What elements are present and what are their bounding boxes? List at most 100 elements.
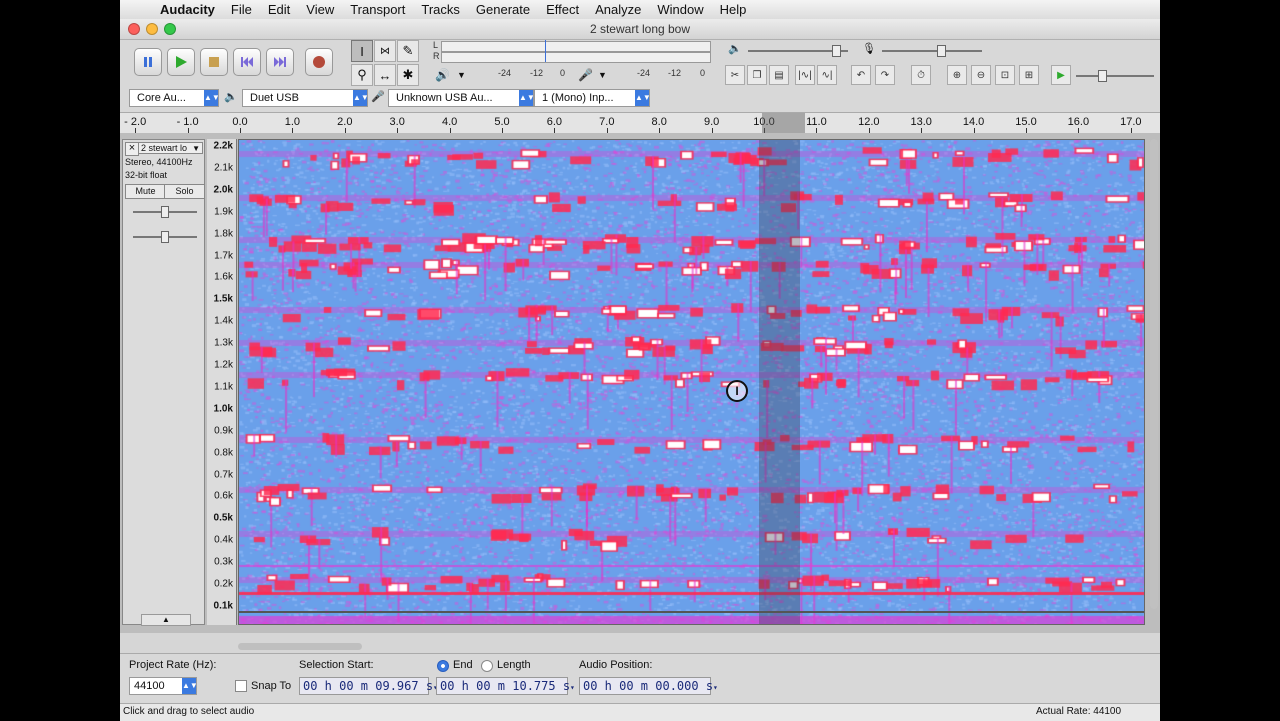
ruler-label: 7.0 <box>599 116 615 128</box>
cut-button[interactable]: ✂ <box>725 65 745 85</box>
ruler-label: - 2.0 <box>124 116 147 128</box>
trim-button[interactable]: |∿| <box>795 65 815 85</box>
play-speed-slider[interactable] <box>1076 75 1154 77</box>
ruler-selection[interactable] <box>762 113 805 133</box>
spectrogram-canvas[interactable] <box>239 140 1144 624</box>
audio-host-select[interactable]: Core Au... ▲▼ <box>129 89 219 107</box>
input-device-select[interactable]: Unknown USB Au... ▲▼ <box>388 89 534 107</box>
menu-transport[interactable]: Transport <box>342 2 413 17</box>
zoom-window-button[interactable] <box>164 23 176 35</box>
stop-button[interactable] <box>200 48 228 76</box>
envelope-tool[interactable]: ⋈ <box>374 40 396 62</box>
zoom-in-button[interactable]: ⊕ <box>947 65 967 85</box>
pan-thumb[interactable] <box>161 231 169 243</box>
selection-end-field[interactable]: 00 h 00 m 10.775 s▾ <box>436 677 575 695</box>
selection-region[interactable] <box>759 140 800 624</box>
meter-menu-arrow-icon[interactable]: ▼ <box>457 70 466 80</box>
menu-effect[interactable]: Effect <box>538 2 587 17</box>
output-device-select[interactable]: Duet USB ▲▼ <box>242 89 368 107</box>
frequency-axis[interactable]: 2.2k 2.1k 2.0k 1.9k 1.8k 1.7k 1.6k 1.5k 1.4k 1.3k… <box>207 139 237 625</box>
frequency-label: 0.6k <box>214 490 233 502</box>
play-at-speed-button[interactable]: ▶ <box>1051 65 1071 85</box>
selection-start-field[interactable]: 00 h 00 m 09.967 s▾ <box>299 677 438 695</box>
play-speed-thumb[interactable] <box>1098 70 1107 82</box>
ruler-label: 12.0 <box>858 116 880 128</box>
frequency-label: 2.2k <box>213 140 233 152</box>
frequency-label: 1.2k <box>214 359 233 371</box>
track-name-menu[interactable]: 2 stewart lo ▼ <box>138 142 203 154</box>
mute-button[interactable]: Mute <box>125 184 166 199</box>
output-volume-thumb[interactable] <box>832 45 841 57</box>
length-radio[interactable] <box>481 660 493 672</box>
menu-tracks[interactable]: Tracks <box>413 2 468 17</box>
output-volume-icon: 🔈 <box>728 43 742 55</box>
selection-end-value: 00 h 00 m 10.775 s <box>440 679 571 693</box>
close-window-button[interactable] <box>128 23 140 35</box>
actual-rate: Actual Rate: 44100 <box>1036 706 1122 717</box>
solo-button[interactable]: Solo <box>164 184 205 199</box>
minimize-window-button[interactable] <box>146 23 158 35</box>
ruler-label: 17.0 <box>1120 116 1142 128</box>
playback-meter-left[interactable] <box>441 41 711 52</box>
zoom-in-icon: ⊕ <box>952 69 962 81</box>
menu-help[interactable]: Help <box>712 2 755 17</box>
input-channels-select[interactable]: 1 (Mono) Inp... ▲▼ <box>534 89 650 107</box>
draw-tool[interactable]: ✎ <box>397 40 419 62</box>
length-label: Length <box>497 659 531 671</box>
vertical-scrollbar[interactable] <box>1150 139 1158 609</box>
input-volume-slider[interactable] <box>882 50 982 52</box>
timeline-ruler[interactable]: - 2.0 - 1.0 0.0 1.0 2.0 3.0 4.0 5.0 6.0 7.0 8.0 9.0… <box>120 112 1160 134</box>
silence-button[interactable]: ∿| <box>817 65 837 85</box>
zoom-out-button[interactable]: ⊖ <box>971 65 991 85</box>
playback-meter-right[interactable] <box>441 52 711 63</box>
menu-view[interactable]: View <box>298 2 342 17</box>
frequency-label: 1.5k <box>213 293 233 305</box>
collapse-track-button[interactable]: ▲ <box>141 614 191 626</box>
chevron-down-icon: ▲▼ <box>204 90 218 106</box>
paste-button[interactable]: ▤ <box>769 65 789 85</box>
mic-icon[interactable]: 🎤 <box>578 68 593 82</box>
skip-end-button[interactable] <box>266 48 294 76</box>
record-button[interactable] <box>305 48 333 76</box>
multi-tool[interactable]: ✱ <box>397 64 419 86</box>
pause-button[interactable] <box>134 48 162 76</box>
ruler-label: - 1.0 <box>176 116 199 128</box>
frequency-label: 0.3k <box>214 556 233 568</box>
audio-position-field[interactable]: 00 h 00 m 00.000 s▾ <box>579 677 718 695</box>
fit-project-button[interactable]: ⊞ <box>1019 65 1039 85</box>
frequency-label: 1.1k <box>214 381 233 393</box>
snap-to-checkbox[interactable] <box>235 680 247 692</box>
horizontal-scrollbar[interactable] <box>238 643 362 650</box>
chevron-down-icon: ▲▼ <box>635 90 649 106</box>
redo-button[interactable]: ↷ <box>875 65 895 85</box>
selection-tool[interactable]: I <box>351 40 373 62</box>
end-radio[interactable] <box>437 660 449 672</box>
menu-analyze[interactable]: Analyze <box>587 2 649 17</box>
skip-start-button[interactable] <box>233 48 261 76</box>
copy-button[interactable]: ❐ <box>747 65 767 85</box>
menu-edit[interactable]: Edit <box>260 2 298 17</box>
input-volume-thumb[interactable] <box>937 45 946 57</box>
menu-generate[interactable]: Generate <box>468 2 538 17</box>
timeshift-icon: ↔ <box>378 67 392 83</box>
spectrogram-view[interactable]: I <box>238 139 1145 625</box>
fit-selection-button[interactable]: ⊡ <box>995 65 1015 85</box>
ruler-label: 14.0 <box>962 116 985 128</box>
track-close-button[interactable]: × <box>125 142 139 156</box>
sync-lock-button[interactable]: ⏱ <box>911 65 931 85</box>
frequency-label: 0.4k <box>214 534 233 546</box>
menu-file[interactable]: File <box>223 2 260 17</box>
input-device-value: Unknown USB Au... <box>396 92 493 104</box>
rec-meter-menu-arrow-icon[interactable]: ▼ <box>598 70 607 80</box>
selection-toolbar: Project Rate (Hz): 44100 ▲▼ Snap To Selec… <box>120 653 1160 706</box>
play-button[interactable] <box>167 48 195 76</box>
zoom-tool[interactable]: ⚲ <box>351 64 373 86</box>
undo-button[interactable]: ↶ <box>851 65 871 85</box>
speaker-icon[interactable]: 🔊 <box>435 68 450 82</box>
menu-app[interactable]: Audacity <box>152 2 223 17</box>
menu-window[interactable]: Window <box>649 2 711 17</box>
gain-thumb[interactable] <box>161 206 169 218</box>
ruler-label: 1.0 <box>284 116 301 128</box>
project-rate-select[interactable]: 44100 ▲▼ <box>129 677 197 695</box>
timeshift-tool[interactable]: ↔ <box>374 64 396 86</box>
